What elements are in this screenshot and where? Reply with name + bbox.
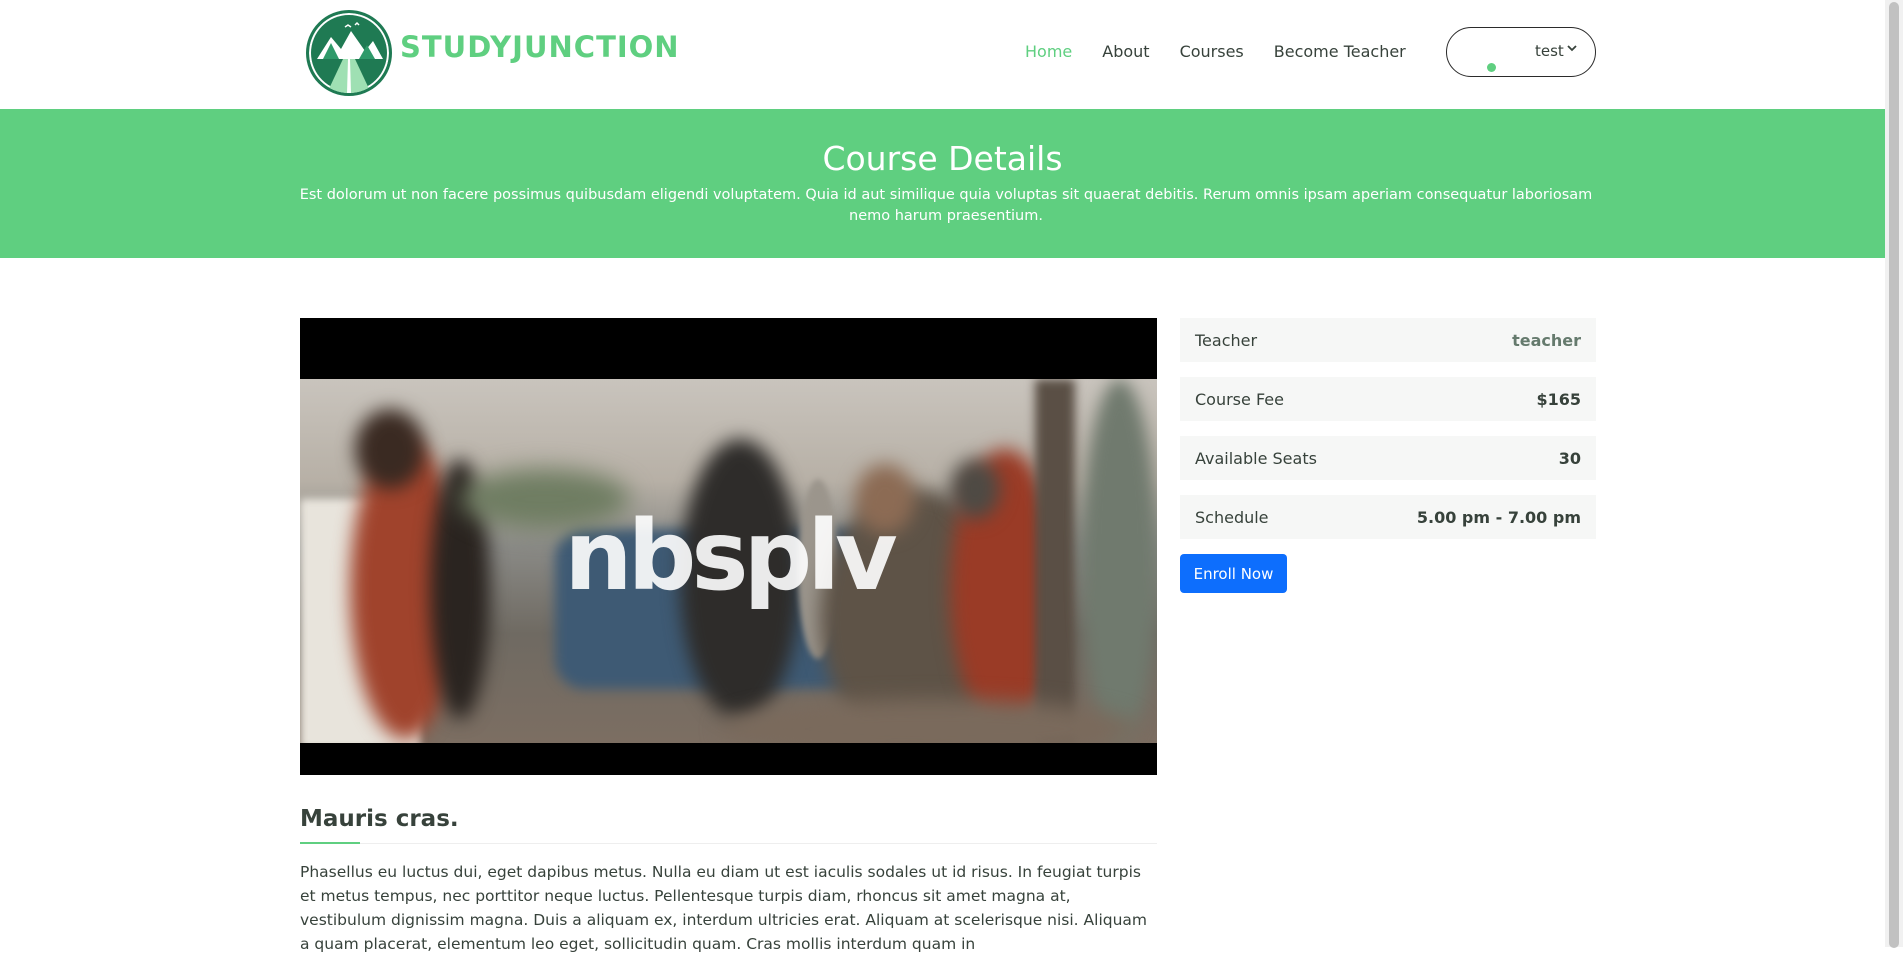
- info-row-schedule: Schedule 5.00 pm - 7.00 pm: [1180, 495, 1596, 539]
- page-title: Course Details: [822, 139, 1063, 178]
- video-frame: nbsplv: [300, 379, 1157, 743]
- nav-become-teacher[interactable]: Become Teacher: [1274, 42, 1406, 61]
- title-divider: [300, 843, 1157, 844]
- user-menu-button[interactable]: test: [1446, 27, 1596, 77]
- info-row-teacher: Teacher teacher: [1180, 318, 1596, 362]
- nav-courses[interactable]: Courses: [1180, 42, 1244, 61]
- info-label: Course Fee: [1195, 389, 1284, 409]
- user-name: test: [1535, 42, 1564, 60]
- info-label: Teacher: [1195, 330, 1258, 350]
- scrollbar-thumb[interactable]: [1889, 2, 1899, 948]
- info-label: Schedule: [1195, 507, 1269, 527]
- info-value: 30: [1558, 448, 1581, 468]
- info-value: 5.00 pm - 7.00 pm: [1416, 507, 1581, 527]
- main-nav: Home About Courses Become Teacher: [1025, 42, 1406, 61]
- info-label: Available Seats: [1195, 448, 1317, 468]
- brand-name[interactable]: STUDYJUNCTION: [400, 30, 680, 64]
- title-accent-bar: [300, 842, 360, 844]
- page-banner: Course Details Est dolorum ut non facere…: [0, 109, 1885, 258]
- teacher-link[interactable]: teacher: [1512, 331, 1581, 350]
- course-video-player[interactable]: nbsplv: [300, 318, 1157, 775]
- course-title: Mauris cras.: [300, 806, 459, 832]
- page-scrollbar[interactable]: [1885, 0, 1903, 948]
- online-status-dot: [1487, 63, 1496, 72]
- logo-icon[interactable]: [306, 10, 392, 96]
- info-value: $165: [1536, 389, 1581, 409]
- course-description: Phasellus eu luctus dui, eget dapibus me…: [300, 863, 1148, 953]
- site-header: STUDYJUNCTION Home About Courses Become …: [0, 0, 1885, 109]
- info-row-course-fee: Course Fee $165: [1180, 377, 1596, 421]
- chevron-down-icon: [1566, 42, 1578, 58]
- enroll-now-button[interactable]: Enroll Now: [1180, 554, 1287, 593]
- info-row-available-seats: Available Seats 30: [1180, 436, 1596, 480]
- banner-subtitle: Est dolorum ut non facere possimus quibu…: [299, 187, 1593, 224]
- video-watermark: nbsplv: [564, 500, 897, 612]
- nav-home[interactable]: Home: [1025, 42, 1072, 61]
- nav-about[interactable]: About: [1102, 42, 1149, 61]
